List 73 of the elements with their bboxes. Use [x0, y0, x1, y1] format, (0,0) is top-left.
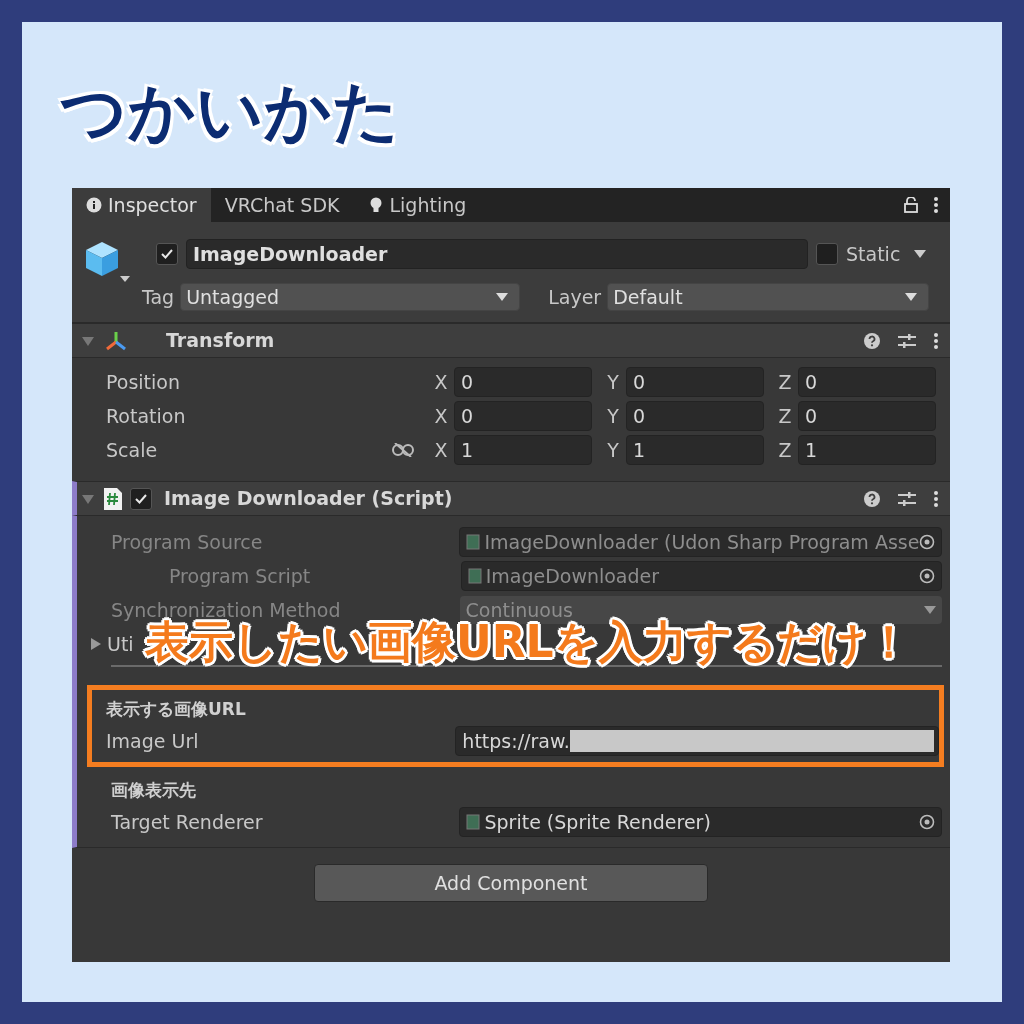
foldout-arrow-icon: [82, 492, 94, 505]
inspector-tab[interactable]: Inspector: [72, 188, 211, 222]
inspector-tab[interactable]: VRChat SDK: [210, 188, 354, 222]
number-field[interactable]: 1: [798, 435, 936, 465]
object-picker-icon: [919, 814, 935, 830]
number-field[interactable]: 0: [626, 401, 764, 431]
number-field[interactable]: 0: [454, 401, 592, 431]
layer-dropdown[interactable]: Default: [607, 283, 930, 311]
static-label: Static: [846, 241, 901, 267]
foldout-arrow-icon: [82, 334, 94, 347]
layer-label: Layer: [548, 284, 602, 310]
tag-dropdown[interactable]: Untagged: [180, 283, 521, 311]
asset-icon: [466, 814, 481, 830]
foldout-arrow-icon: [91, 638, 101, 650]
checkbox[interactable]: [156, 243, 178, 265]
axis-label: Y: [606, 369, 620, 395]
axis-label: X: [433, 437, 449, 463]
number-field[interactable]: 0: [798, 401, 936, 431]
page-title: つかいかた: [60, 72, 400, 152]
number-field[interactable]: 0: [454, 367, 592, 397]
tag-label: Tag: [142, 284, 175, 310]
foldout-toggle[interactable]: Uti: [91, 629, 134, 659]
checkmark-icon: [160, 247, 174, 261]
asset-icon: [466, 534, 481, 550]
help-icon: [864, 490, 880, 507]
more-options-icon: [934, 332, 938, 349]
axis-label: X: [433, 369, 449, 395]
number-field[interactable]: 0: [798, 367, 936, 397]
help-icon: [864, 332, 880, 349]
number-field[interactable]: 1: [626, 435, 764, 465]
caret-icon: [905, 293, 918, 301]
section-header: 画像表示先: [110, 779, 197, 802]
object-picker-icon: [919, 534, 936, 550]
property-label: Image Url: [106, 728, 200, 754]
component-title: Image Downloader (Script): [164, 486, 453, 512]
axis-label: Z: [777, 437, 793, 463]
axis-label: Z: [777, 369, 793, 395]
caret-icon: [924, 606, 936, 614]
axis-label: Y: [606, 437, 620, 463]
script-file-icon: [104, 487, 122, 510]
info-icon: [86, 197, 102, 213]
axis-label: Z: [777, 403, 793, 429]
checkbox[interactable]: [816, 243, 838, 265]
name-field[interactable]: ImageDownloader: [186, 239, 808, 269]
sliders-icon: [898, 490, 916, 507]
caret-icon: [914, 250, 927, 258]
checkbox[interactable]: [130, 487, 152, 510]
object-field[interactable]: Sprite (Sprite Renderer): [459, 807, 942, 837]
component-header[interactable]: Transform: [72, 323, 950, 358]
object-picker-icon: [919, 568, 935, 584]
lock-icon: [904, 197, 918, 213]
property-label: Scale: [106, 437, 159, 463]
section-header: 表示する画像URL: [105, 698, 247, 721]
property-label: Rotation: [106, 403, 187, 429]
axes-icon: [104, 329, 128, 352]
more-options-icon: [934, 197, 938, 213]
sliders-icon: [898, 332, 916, 349]
property-label: Target Renderer: [111, 809, 264, 835]
axis-label: Y: [606, 403, 620, 429]
asset-icon: [467, 568, 482, 584]
axis-label: X: [433, 403, 449, 429]
inspector-tab[interactable]: Lighting: [353, 188, 481, 222]
number-field[interactable]: 1: [454, 435, 592, 465]
caret-icon: [496, 293, 509, 301]
number-field[interactable]: 0: [626, 367, 764, 397]
component-title: Transform: [166, 328, 275, 354]
property-label: Program Script: [168, 563, 312, 589]
property-label: Program Source: [111, 529, 264, 555]
component-header[interactable]: Image Downloader (Script): [72, 481, 950, 516]
url-field[interactable]: https://raw.: [455, 726, 939, 756]
property-label: Position: [106, 369, 181, 395]
add-component-button[interactable]: Add Component: [314, 864, 708, 902]
more-options-icon: [934, 490, 938, 507]
